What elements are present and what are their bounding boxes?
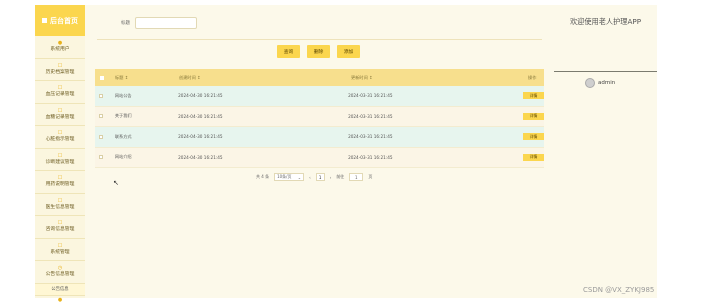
table-row: 关于我们 2024-04-30 16:21:45 2024-03-31 16:2… xyxy=(95,106,544,127)
sidebar-item-doctors[interactable]: ☐ 医生信息管理 xyxy=(35,194,85,216)
total-count: 共 4 条 xyxy=(256,174,270,179)
sidebar-subitem-announcement[interactable]: 公告信息 xyxy=(35,283,85,296)
table-row: 联系方式 2024-04-30 16:21:45 2024-03-31 16:2… xyxy=(95,127,544,148)
cell-created: 2024-04-30 16:21:45 xyxy=(178,134,223,140)
sidebar-item-label: 血糖记录管理 xyxy=(45,114,75,120)
cell-title: 网站介绍 xyxy=(114,154,132,160)
divider xyxy=(554,71,657,72)
sidebar-item-label: 历史档案管理 xyxy=(45,69,75,75)
col-updated-header[interactable]: 更新时间 ↕ xyxy=(344,75,516,81)
sidebar-item-label: 系统管理 xyxy=(50,249,70,255)
cell-title: 关于我们 xyxy=(114,113,132,119)
action-buttons: 查询 删除 添加 xyxy=(277,45,360,58)
watermark: CSDN @VX_ZYKJ985 xyxy=(583,286,655,294)
table-row: 网站介绍 2024-04-30 16:21:45 2024-03-31 16:2… xyxy=(95,147,544,168)
sidebar-item-label: 血压记录管理 xyxy=(45,92,75,98)
user-info[interactable]: admin xyxy=(585,78,615,88)
sidebar-item-announcements[interactable]: ◷ 公告信息管理 xyxy=(35,261,85,284)
row-checkbox[interactable] xyxy=(99,134,104,139)
row-checkbox[interactable] xyxy=(99,155,104,160)
next-page-button[interactable]: › xyxy=(330,175,332,180)
cell-created: 2024-04-30 16:21:45 xyxy=(178,154,223,160)
cell-updated: 2024-03-31 16:21:45 xyxy=(348,134,393,140)
sidebar-item-blood-sugar[interactable]: ☐ 血糖记录管理 xyxy=(35,104,85,126)
delete-button[interactable]: 删除 xyxy=(307,45,330,58)
home-icon xyxy=(42,18,47,23)
sidebar-item-label: 公告信息管理 xyxy=(45,272,75,278)
col-title-header[interactable]: 标题 ↕ xyxy=(108,75,172,81)
cell-title: 联系方式 xyxy=(114,133,132,139)
page-size-select[interactable]: 10条/页 ⌄ xyxy=(274,173,305,181)
cell-created: 2024-04-30 16:21:45 xyxy=(178,113,223,119)
cell-title: 网站公告 xyxy=(114,92,132,98)
col-created-header[interactable]: 创建时间 ↕ xyxy=(172,75,344,81)
sidebar-item-blood-pressure[interactable]: ☐ 血压记录管理 xyxy=(35,81,85,104)
cell-created: 2024-04-30 16:21:45 xyxy=(178,93,223,99)
sidebar-item-consultation[interactable]: ☐ 咨询信息管理 xyxy=(35,216,85,239)
username: admin xyxy=(598,80,616,86)
add-button[interactable]: 添加 xyxy=(337,45,360,58)
detail-button[interactable]: 详情 xyxy=(523,92,544,100)
table-row: 网站公告 2024-04-30 16:21:45 2024-03-31 16:2… xyxy=(95,86,544,107)
row-checkbox[interactable] xyxy=(99,93,104,98)
announcement-table: 标题 ↕ 创建时间 ↕ 更新时间 ↕ 操作 网站公告 2024-04-30 16… xyxy=(95,69,544,168)
sidebar-item-label: 咨询信息管理 xyxy=(45,227,75,233)
cell-updated: 2024-03-31 16:21:45 xyxy=(348,113,393,119)
sidebar-brand[interactable]: 后台首页 xyxy=(35,5,85,36)
detail-button[interactable]: 详情 xyxy=(523,112,544,120)
mouse-cursor-icon: ↖ xyxy=(113,179,119,187)
sidebar-item-heart-index[interactable]: ☐ 心脏指示管理 xyxy=(35,126,85,149)
page-number[interactable]: 1 xyxy=(315,173,325,181)
sidebar-item-label: 用药说明管理 xyxy=(45,182,75,188)
detail-button[interactable]: 详情 xyxy=(523,133,544,141)
prev-page-button[interactable]: ‹ xyxy=(309,175,311,180)
sidebar-item-label: 心脏指示管理 xyxy=(45,137,75,143)
avatar xyxy=(585,78,595,88)
table-header: 标题 ↕ 创建时间 ↕ 更新时间 ↕ 操作 xyxy=(95,69,544,86)
chevron-down-icon: ⌄ xyxy=(297,174,302,180)
row-checkbox[interactable] xyxy=(99,114,104,119)
page-size-value: 10条/页 xyxy=(277,174,292,179)
search-label: 标题 xyxy=(121,21,130,26)
sidebar-item-label: 诊断建议管理 xyxy=(45,159,75,165)
pin-icon: ● xyxy=(57,296,63,303)
sidebar-item-system-users[interactable]: ● 系统用户 xyxy=(35,36,85,59)
goto-page-input[interactable]: 1 xyxy=(349,173,364,181)
select-all-checkbox[interactable] xyxy=(99,75,104,80)
right-panel: 欢迎使用老人护理APP admin xyxy=(554,5,657,298)
sidebar-item-label: 医生信息管理 xyxy=(45,204,75,210)
sidebar-item-label: 系统用户 xyxy=(50,47,70,53)
search-row: 标题 xyxy=(121,17,197,29)
divider xyxy=(97,39,542,40)
sidebar-item-history-records[interactable]: ☐ 历史档案管理 xyxy=(35,59,85,81)
col-action-header: 操作 xyxy=(528,74,537,80)
cell-updated: 2024-03-31 16:21:45 xyxy=(348,154,393,160)
sidebar-item-medication[interactable]: ☐ 用药说明管理 xyxy=(35,171,85,194)
welcome-text: 欢迎使用老人护理APP xyxy=(569,17,642,26)
goto-label: 前往 xyxy=(336,174,345,179)
cell-updated: 2024-03-31 16:21:45 xyxy=(348,93,393,99)
sidebar-item-diagnosis[interactable]: ☐ 诊断建议管理 xyxy=(35,149,85,171)
main-content: 标题 查询 删除 添加 标题 ↕ 创建时间 ↕ 更新时间 ↕ 操作 网站公告 2… xyxy=(85,5,554,298)
sidebar-item-system[interactable]: ☐ 系统管理 xyxy=(35,239,85,261)
page-unit: 页 xyxy=(368,174,373,179)
pagination: 共 4 条 10条/页 ⌄ ‹ 1 › 前往 1 页 xyxy=(256,173,372,181)
detail-button[interactable]: 详情 xyxy=(523,153,544,161)
brand-label: 后台首页 xyxy=(50,16,78,25)
sidebar: 后台首页 ● 系统用户 ☐ 历史档案管理 ☐ 血压记录管理 ☐ 血糖记录管理 ☐… xyxy=(35,5,85,303)
title-search-input[interactable] xyxy=(135,17,197,29)
query-button[interactable]: 查询 xyxy=(277,45,300,58)
